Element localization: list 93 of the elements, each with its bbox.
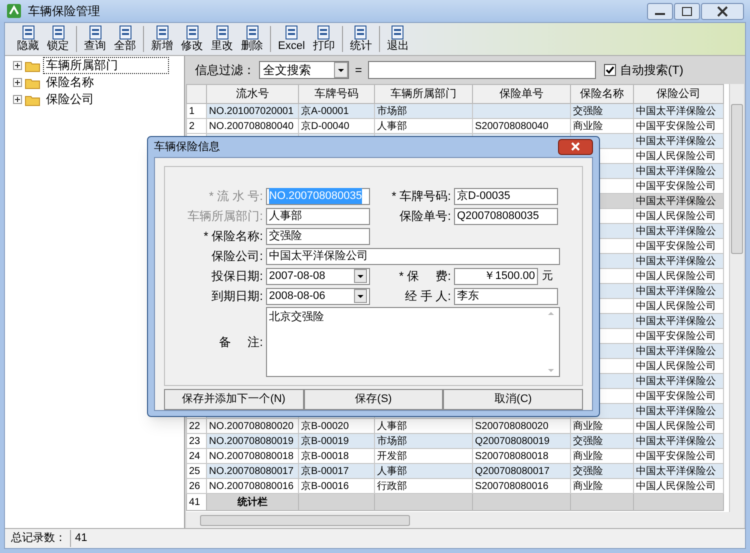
document-icon (284, 25, 299, 40)
tree-item[interactable]: 车辆所属部门 (43, 57, 169, 74)
auto-search-checkbox[interactable] (604, 64, 616, 76)
toolbar-button[interactable]: Excel (274, 24, 309, 54)
amount-field[interactable]: ￥1500.00 (454, 268, 538, 284)
toolbar-button[interactable]: 里改 (207, 24, 237, 54)
document-icon (184, 25, 200, 40)
app-icon (6, 3, 22, 19)
dropdown-icon (354, 269, 367, 283)
field-label: * 保 费: (398, 268, 452, 285)
status-label: 总记录数： (11, 531, 66, 546)
text-field[interactable]: 中国太平洋保险公司 (266, 248, 560, 264)
toolbar-button[interactable]: 退出 (382, 24, 413, 54)
expand-icon[interactable] (13, 95, 22, 104)
column-header[interactable]: 车辆所属部门 (374, 84, 472, 104)
search-field[interactable] (368, 61, 596, 79)
row-number: 26 (186, 478, 206, 494)
dialog-button[interactable]: 取消(C) (443, 389, 584, 410)
row-number: 41 (186, 494, 206, 510)
toolbar-button[interactable]: 新增 (147, 24, 177, 54)
document-icon (154, 25, 170, 40)
dialog-title: 车辆保险信息 (154, 140, 220, 155)
field-label: 保险单号: (398, 208, 452, 225)
checkbox-label: 自动搜索(T) (620, 62, 684, 79)
text-field[interactable]: 人事部 (266, 208, 370, 224)
toolbar-button[interactable]: 修改 (177, 24, 207, 54)
row-number: 25 (186, 464, 206, 478)
toolbar-button[interactable]: 查询 (80, 24, 110, 54)
field-label: * 流 水 号: (208, 188, 264, 205)
text-field[interactable]: 交强险 (266, 228, 370, 244)
window-title: 车辆保险管理 (28, 3, 100, 20)
tree-item[interactable]: 保险名称 (43, 74, 97, 91)
document-icon (20, 25, 36, 40)
toolbar-button[interactable]: 打印 (308, 24, 339, 54)
document-icon (244, 25, 260, 40)
toolbar-button[interactable]: 统计 (346, 24, 376, 54)
toolbar-button[interactable]: 全部 (110, 24, 140, 54)
filter-combo[interactable]: 全文搜索 (259, 61, 349, 79)
tree-item[interactable]: 保险公司 (43, 91, 97, 108)
expand-icon[interactable] (13, 61, 22, 70)
document-icon (353, 25, 368, 40)
close-button[interactable] (701, 2, 744, 20)
row-number: 23 (186, 434, 206, 448)
column-header[interactable]: 保险单号 (472, 84, 570, 104)
toolbar-button[interactable]: 删除 (237, 24, 267, 54)
memo-field[interactable]: 北京交强险 (266, 307, 560, 377)
unit-label: 元 (542, 268, 553, 284)
scroll-thumb[interactable] (731, 104, 743, 254)
row-number: 22 (186, 418, 206, 434)
maximize-button[interactable] (674, 2, 700, 20)
toolbar-button[interactable]: 锁定 (43, 24, 73, 54)
field-label: * 车牌号码: (390, 188, 452, 205)
close-button[interactable] (558, 139, 593, 155)
column-header[interactable]: 保险公司 (634, 84, 724, 104)
text-field[interactable]: 京D-00035 (454, 188, 558, 204)
folder-icon (25, 59, 40, 72)
field-label: 经 手 人: (404, 288, 452, 305)
text-field[interactable]: 李东 (454, 288, 558, 304)
toolbar-button[interactable]: 隐藏 (13, 24, 43, 54)
vertical-scrollbar[interactable] (729, 84, 744, 512)
field-label: 到期日期: (210, 288, 264, 305)
document-icon (316, 25, 332, 40)
date-combo[interactable]: 2008-08-06 (266, 288, 370, 304)
horizontal-scrollbar[interactable] (186, 512, 744, 528)
folder-icon (25, 93, 40, 106)
row-number: 1 (186, 104, 206, 118)
text-field[interactable]: Q200708080035 (454, 208, 558, 224)
dialog-button[interactable]: 保存(S) (304, 389, 444, 410)
row-number: 2 (186, 118, 206, 134)
equals-sign: = (354, 62, 364, 79)
scroll-thumb[interactable] (200, 514, 410, 526)
filter-label: 信息过滤： (195, 62, 255, 79)
date-combo[interactable]: 2007-08-08 (266, 268, 370, 284)
document-icon (214, 25, 230, 40)
dialog-button[interactable]: 保存并添加下一个(N) (164, 389, 304, 410)
record-count: 41 (70, 530, 88, 547)
expand-icon[interactable] (13, 78, 22, 87)
document-icon (88, 25, 102, 40)
document-icon (118, 25, 132, 40)
dropdown-icon (334, 62, 348, 78)
column-header[interactable]: 流水号 (206, 84, 298, 104)
field-label: 投保日期: (210, 268, 264, 285)
row-number: 24 (186, 448, 206, 464)
field-label: 车辆所属部门: (186, 208, 264, 225)
summary-label: 统计栏 (206, 494, 298, 510)
minimize-button[interactable] (647, 2, 673, 20)
document-icon (50, 25, 66, 40)
folder-icon (25, 76, 40, 89)
field-label: * 保险名称: (202, 228, 264, 245)
document-icon (390, 25, 406, 40)
field-label: 备 注: (218, 334, 264, 351)
field-label: 保险公司: (210, 248, 264, 265)
dropdown-icon (354, 289, 367, 303)
